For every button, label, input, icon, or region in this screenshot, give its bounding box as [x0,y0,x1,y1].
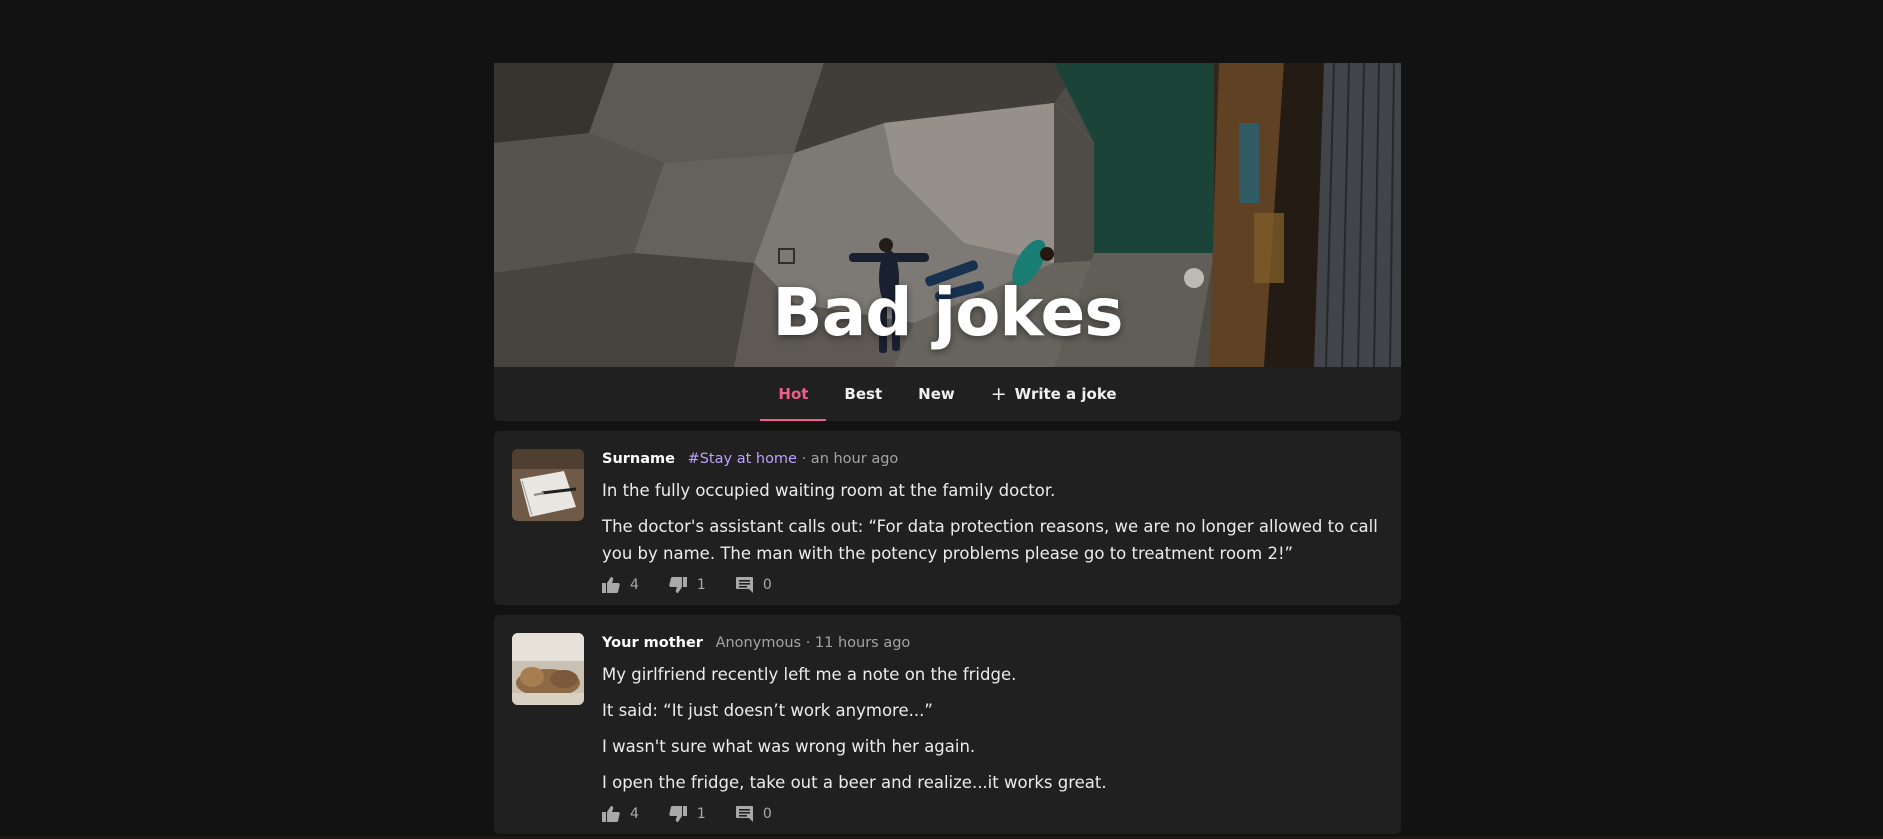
thumbs-down-icon [669,577,687,593]
anonymous-label: Anonymous [715,635,802,651]
comment-count: 0 [762,806,772,822]
joke-paragraph: I wasn't sure what was wrong with her ag… [602,737,976,756]
dislike-count: 1 [696,806,706,822]
dislike-button[interactable]: 1 [669,806,706,822]
hero-banner: Bad jokes [494,63,1401,367]
comment-icon [735,806,753,822]
author-name[interactable]: Surname [602,451,675,467]
comment-button[interactable]: 0 [735,577,772,593]
thumbs-up-icon [602,806,620,822]
tab-best[interactable]: Best [826,367,900,421]
post-time: · an hour ago [801,451,899,467]
avatar[interactable] [512,449,584,521]
post-actions: 4 1 0 [602,806,1381,822]
tab-new[interactable]: New [900,367,973,421]
thumbs-down-icon [669,806,687,822]
notebook-avatar-image [512,449,584,521]
dog-avatar-image [512,633,584,705]
write-joke-label: Write a joke [1014,385,1117,403]
comment-count: 0 [762,577,772,593]
post-meta: Surname #Stay at home · an hour ago [602,450,1381,468]
dislike-count: 1 [696,577,706,593]
page-title: Bad jokes [772,274,1123,351]
post-meta: Your mother Anonymous · 11 hours ago [602,634,1381,652]
author-name[interactable]: Your mother [602,635,703,651]
joke-paragraph: It said: “It just doesn’t work anymore..… [602,701,933,720]
sort-tabs: Hot Best New + Write a joke [494,367,1401,421]
category-tag[interactable]: #Stay at home [688,451,797,467]
feed-container: Bad jokes Hot Best New + Write a joke Su… [494,63,1401,834]
plus-icon: + [990,383,1007,405]
joke-post: Surname #Stay at home · an hour ago In t… [494,431,1401,605]
post-actions: 4 1 0 [602,577,1381,593]
joke-paragraph: The doctor's assistant calls out: “For d… [602,517,1378,563]
like-count: 4 [630,577,639,593]
joke-paragraph: My girlfriend recently left me a note on… [602,665,1017,684]
post-time: · 11 hours ago [805,635,911,651]
like-button[interactable]: 4 [602,577,639,593]
joke-paragraph: I open the fridge, take out a beer and r… [602,773,1107,792]
thumbs-up-icon [602,577,620,593]
write-joke-button[interactable]: + Write a joke [973,367,1135,421]
like-button[interactable]: 4 [602,806,639,822]
avatar[interactable] [512,633,584,705]
dislike-button[interactable]: 1 [669,577,706,593]
joke-post: Your mother Anonymous · 11 hours ago My … [494,615,1401,834]
comment-icon [735,577,753,593]
tab-hot[interactable]: Hot [760,367,827,421]
comment-button[interactable]: 0 [735,806,772,822]
joke-paragraph: In the fully occupied waiting room at th… [602,481,1056,500]
like-count: 4 [630,806,639,822]
